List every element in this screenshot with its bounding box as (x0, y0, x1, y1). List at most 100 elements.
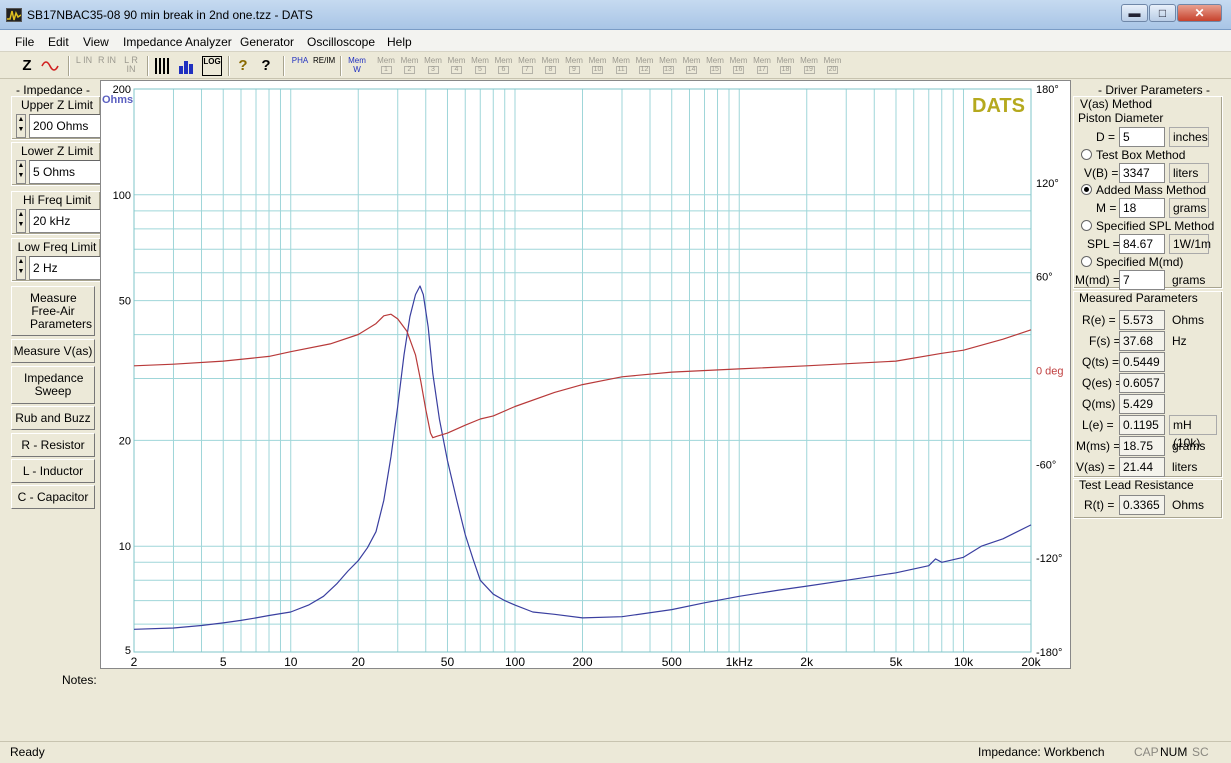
toolbar-separator (283, 56, 285, 76)
param-value: 5.573 (1119, 310, 1165, 330)
memory-slot-button[interactable]: Mem 12 (635, 57, 655, 75)
test-box-radio[interactable] (1081, 149, 1092, 160)
window-title: SB17NBAC35-08 90 min break in 2nd one.tz… (27, 8, 313, 22)
param-value: 21.44 (1119, 457, 1165, 477)
memory-slot-button[interactable]: Mem 7 (517, 57, 537, 75)
re-im-button[interactable]: RE/IM (313, 56, 335, 76)
upper-z-spinner[interactable]: ▲ ▼ (16, 114, 26, 138)
param-label: Q(ts) = (1082, 355, 1120, 369)
x-tick-label: 2k (800, 655, 814, 668)
lower-z-spinner[interactable]: ▲ ▼ (16, 160, 26, 184)
minimize-button[interactable]: ▬ (1121, 4, 1148, 22)
help-button[interactable]: ? (235, 56, 251, 76)
impedance-chart[interactable]: 2 5 10 20 50 100 200 500 1kHz 2k 5k 10k 20k 5 10 20 50 10… (100, 80, 1071, 669)
memory-slot-button[interactable]: Mem 6 (494, 57, 514, 75)
y-right-tick-label: 120° (1036, 178, 1059, 190)
menu-view[interactable]: View (83, 35, 109, 49)
mmd-field[interactable]: 7 (1119, 270, 1165, 290)
generator-wave-button[interactable] (40, 56, 62, 76)
vb-label: V(B) = (1084, 166, 1119, 180)
memory-slot-button[interactable]: Mem 5 (470, 57, 490, 75)
lower-z-label: Lower Z Limit (20, 144, 94, 158)
added-mass-radio[interactable] (1081, 184, 1092, 195)
d-unit[interactable]: inches (1169, 127, 1209, 147)
d-field[interactable]: 5 (1119, 127, 1165, 147)
specified-mmd-radio[interactable] (1081, 256, 1092, 267)
hi-freq-field[interactable]: 20 kHz (29, 209, 103, 233)
capacitor-button[interactable]: C - Capacitor (11, 485, 95, 509)
measure-free-air-button[interactable]: Measure Free-Air Parameters (11, 286, 95, 336)
memory-slot-button[interactable]: Mem 14 (682, 57, 702, 75)
log-scale-button[interactable]: LOG (202, 56, 222, 76)
memory-slot-button[interactable]: Mem 17 (752, 57, 772, 75)
menu-oscilloscope[interactable]: Oscilloscope (307, 35, 375, 49)
whats-this-button[interactable]: ? (257, 56, 275, 76)
memory-slot-button[interactable]: Mem 11 (611, 57, 631, 75)
memory-slot-number: 15 (709, 66, 721, 74)
memory-slot-button[interactable]: Mem 2 (400, 57, 420, 75)
status-text: Ready (10, 745, 45, 759)
rub-and-buzz-button[interactable]: Rub and Buzz (11, 406, 95, 430)
mmd-unit: grams (1172, 273, 1206, 287)
menu-edit[interactable]: Edit (48, 35, 69, 49)
param-label: Q(es) = (1082, 376, 1123, 390)
close-button[interactable]: ✕ (1177, 4, 1222, 22)
menu-impedance-analyzer[interactable]: Impedance Analyzer (123, 35, 232, 49)
memory-slot-number: 9 (568, 66, 580, 74)
memory-slot-label: Mem (447, 56, 466, 65)
spl-field[interactable]: 84.67 (1119, 234, 1165, 254)
memory-slot-button[interactable]: Mem 18 (776, 57, 796, 75)
menu-help[interactable]: Help (387, 35, 412, 49)
low-freq-spinner[interactable]: ▲ ▼ (16, 256, 26, 280)
left-input-button[interactable]: L IN (75, 56, 93, 76)
added-mass-label: Added Mass Method (1096, 183, 1207, 197)
memory-slot-label: Mem (424, 56, 442, 65)
specified-spl-radio[interactable] (1081, 220, 1092, 231)
memory-slot-button[interactable]: Mem 20 (823, 57, 843, 75)
m-field[interactable]: 18 (1119, 198, 1165, 218)
inductor-button[interactable]: L - Inductor (11, 459, 95, 483)
memory-slot-button[interactable]: Mem 16 (729, 57, 749, 75)
memory-slot-button[interactable]: Mem 15 (705, 57, 725, 75)
memory-slot-button[interactable]: Mem 9 (564, 57, 584, 75)
menu-generator[interactable]: Generator (240, 35, 294, 49)
memory-slot-button[interactable]: Mem 4 (447, 57, 467, 75)
phase-button[interactable]: PHA (290, 56, 310, 76)
memory-slot-button[interactable]: Mem 10 (588, 57, 608, 75)
y-left-axis-label: Ohms (102, 94, 133, 106)
mem-write-button[interactable]: Mem W (346, 56, 368, 76)
right-input-button[interactable]: R IN (98, 56, 116, 76)
hi-freq-spinner[interactable]: ▲ ▼ (16, 209, 26, 233)
low-freq-field[interactable]: 2 Hz (29, 256, 103, 280)
memory-slot-button[interactable]: Mem 8 (541, 57, 561, 75)
memory-slot-label: Mem (541, 56, 560, 65)
spectrum-button[interactable] (177, 56, 197, 76)
memory-slot-number: 8 (545, 66, 556, 74)
memory-slot-number: 1 (380, 66, 392, 74)
memory-slot-button[interactable]: Mem 1 (376, 57, 396, 75)
maximize-button[interactable]: □ (1149, 4, 1176, 22)
vb-unit[interactable]: liters (1169, 163, 1209, 183)
menu-file[interactable]: File (15, 35, 34, 49)
upper-z-field[interactable]: 200 Ohms (29, 114, 103, 138)
memory-slot-button[interactable]: Mem 19 (799, 57, 819, 75)
resistor-button[interactable]: R - Resistor (11, 433, 95, 457)
test-box-label: Test Box Method (1096, 148, 1186, 162)
driver-parameters-header: - Driver Parameters - (1098, 83, 1211, 97)
memory-slot-number: 14 (686, 66, 697, 74)
impedance-mode-button[interactable]: Z (18, 56, 36, 76)
m-unit[interactable]: grams (1169, 198, 1209, 218)
memory-slot-button[interactable]: Mem 13 (658, 57, 678, 75)
spl-unit[interactable]: 1W/1m (1169, 234, 1211, 254)
vb-field[interactable]: 3347 (1119, 163, 1165, 183)
memory-slot-number: 17 (756, 66, 768, 74)
measure-vas-button[interactable]: Measure V(as) (11, 339, 95, 363)
upper-z-group: Upper Z Limit ▲ ▼ 200 Ohms (11, 96, 103, 140)
memory-slot-button[interactable]: Mem 3 (423, 57, 443, 75)
lr-input-button[interactable]: L R IN (121, 56, 141, 76)
x-tick-label: 2 (131, 655, 138, 668)
param-unit[interactable]: mH (10k) (1169, 415, 1217, 450)
scope-button[interactable] (153, 56, 173, 76)
impedance-sweep-button[interactable]: Impedance Sweep (11, 366, 95, 404)
lower-z-field[interactable]: 5 Ohms (29, 160, 103, 184)
